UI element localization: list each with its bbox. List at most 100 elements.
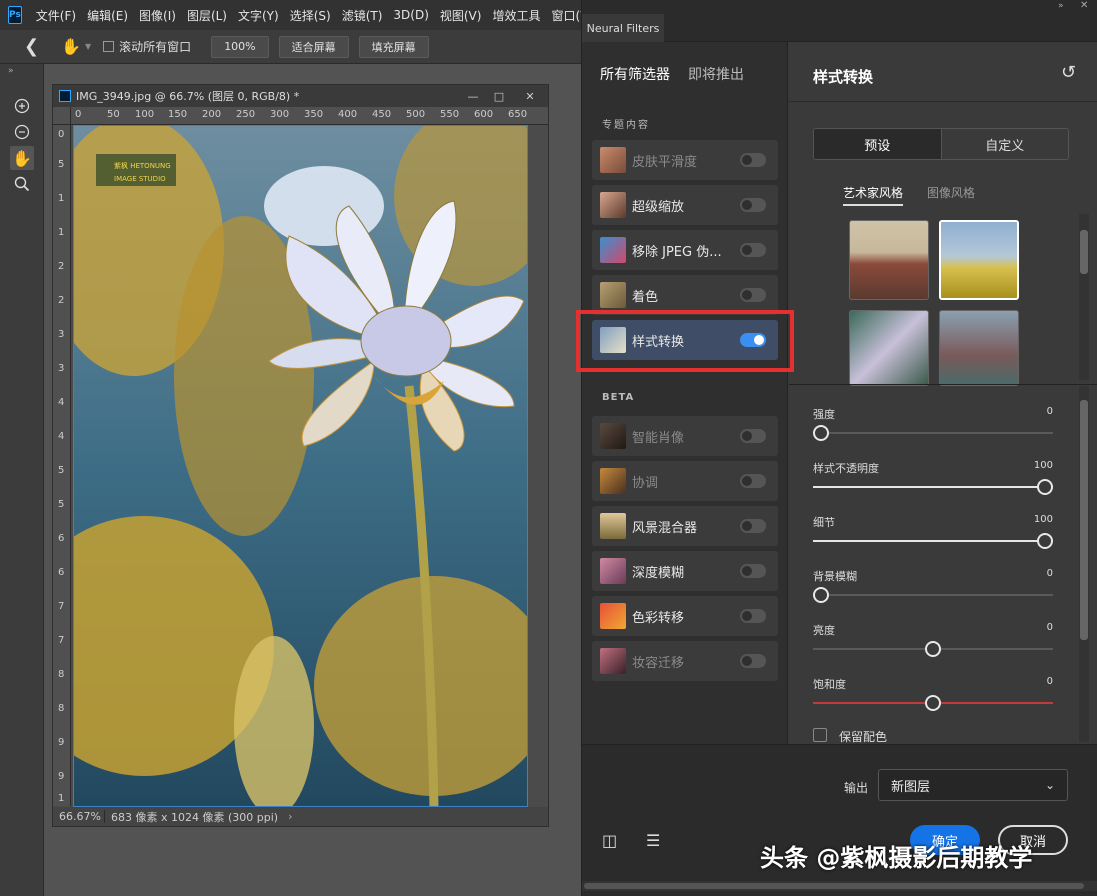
filter-colorize[interactable]: 着色 [592,275,778,315]
panel-collapse-icon[interactable]: » [8,66,14,76]
tab-coming-soon[interactable]: 即将推出 [688,64,744,84]
filter-label: 妆容迁移 [632,655,685,671]
filter-label: 色彩转移 [632,610,685,626]
slider-brightness[interactable]: 亮度 0 [813,622,1053,672]
minimize-icon[interactable]: — [460,90,486,103]
filter-toggle[interactable] [740,429,766,443]
filter-toggle[interactable] [740,198,766,212]
zoom-100-button[interactable]: 100% [211,35,269,58]
tool-preset-chevron-icon[interactable]: ▼ [85,42,91,51]
subtab-artist-style[interactable]: 艺术家风格 [843,184,904,206]
thumb-scrollbar[interactable] [1079,214,1089,380]
zoom-out-icon[interactable] [10,120,34,144]
menu-image[interactable]: 图像(I) [139,7,176,24]
slider-background-blur[interactable]: 背景模糊 0 [813,568,1053,618]
slider-track[interactable] [813,594,1053,596]
style-thumb-mountain[interactable] [849,220,929,300]
ruler-tick-label: 8 [58,669,65,680]
slider-track[interactable] [813,432,1053,434]
slider-knob[interactable] [813,587,829,603]
status-chevron-icon[interactable]: › [288,810,292,823]
panel-title-bar[interactable]: » ✕ [582,0,1097,14]
output-select[interactable]: 新图层 ⌄ [878,769,1068,801]
filter-smart-portrait[interactable]: 智能肖像 [592,416,778,456]
filter-landscape-mixer[interactable]: 风景混合器 [592,506,778,546]
menu-select[interactable]: 选择(S) [290,7,331,24]
panel-collapse-icon[interactable]: » [1058,1,1064,11]
menu-layer[interactable]: 图层(L) [187,7,227,24]
filter-jpeg-artifact-removal[interactable]: 移除 JPEG 伪... [592,230,778,270]
filter-color-transfer[interactable]: 色彩转移 [592,596,778,636]
zoom-tool-icon[interactable] [10,172,34,196]
slider-saturation[interactable]: 饱和度 0 [813,676,1053,726]
filter-makeup-transfer[interactable]: 妆容迁移 [592,641,778,681]
menu-file[interactable]: 文件(F) [36,7,76,24]
filter-super-zoom[interactable]: 超级缩放 [592,185,778,225]
preserve-color-checkbox[interactable] [813,728,827,742]
fill-screen-button[interactable]: 填充屏幕 [358,35,429,58]
filter-toggle[interactable] [740,288,766,302]
menu-type[interactable]: 文字(Y) [238,7,279,24]
before-after-icon[interactable]: ◫ [602,831,617,850]
zoom-status[interactable]: 66.67% [53,810,105,823]
fit-screen-button[interactable]: 适合屏幕 [278,35,349,58]
document-canvas[interactable]: 紫枫 HETONUNG IMAGE STUDIO [73,125,528,807]
slider-knob[interactable] [925,641,941,657]
vertical-scrollbar[interactable] [530,125,546,807]
filter-toggle[interactable] [740,474,766,488]
style-thumb-waterlilies[interactable] [849,310,929,386]
hand-tool-icon[interactable]: ✋ [10,146,34,170]
maximize-icon[interactable]: □ [486,90,512,103]
slider-knob[interactable] [813,425,829,441]
reset-icon[interactable]: ↺ [1061,62,1076,83]
slider-knob[interactable] [925,695,941,711]
panel-bottom-scrollbar[interactable] [582,881,1097,891]
settings-title: 样式转换 [813,68,874,86]
slider-strength[interactable]: 强度 0 [813,406,1053,456]
filter-toggle[interactable] [740,564,766,578]
menu-edit[interactable]: 编辑(E) [87,7,128,24]
panel-close-icon[interactable]: ✕ [1080,0,1088,11]
back-chevron-icon[interactable]: ❮ [24,36,39,57]
layers-icon[interactable]: ☰ [646,831,660,850]
style-thumb-wheatfield[interactable] [939,220,1019,300]
segment-custom[interactable]: 自定义 [940,129,1069,159]
filter-toggle[interactable] [740,153,766,167]
zoom-in-icon[interactable] [10,94,34,118]
tab-all-filters[interactable]: 所有筛选器 [600,64,670,84]
menu-3d[interactable]: 3D(D) [393,8,428,22]
menu-filter[interactable]: 滤镜(T) [342,7,383,24]
settings-scrollbar[interactable] [1079,386,1089,742]
hand-tool-icon[interactable]: ✋ [61,37,81,56]
panel-bottom-scrollbar-handle[interactable] [584,883,1084,889]
filter-harmonization[interactable]: 协调 [592,461,778,501]
filter-toggle[interactable] [740,243,766,257]
ruler-tick-label: 5 [58,465,65,476]
close-icon[interactable]: ✕ [512,90,548,103]
slider-knob[interactable] [1037,479,1053,495]
slider-track[interactable] [813,486,1053,488]
menu-plugins[interactable]: 增效工具 [492,7,540,24]
panel-tab-neural-filters[interactable]: Neural Filters [582,14,664,42]
segment-preset[interactable]: 预设 [814,129,941,159]
scroll-all-checkbox[interactable] [103,41,115,52]
menu-view[interactable]: 视图(V) [440,7,482,24]
filter-depth-blur[interactable]: 深度模糊 [592,551,778,591]
slider-knob[interactable] [1037,533,1053,549]
settings-scrollbar-handle[interactable] [1080,400,1088,640]
filter-label: 着色 [632,289,659,305]
section-beta-label: BETA [602,392,635,403]
thumb-scrollbar-handle[interactable] [1080,230,1088,274]
subtab-image-style[interactable]: 图像风格 [927,184,975,201]
slider-style-opacity[interactable]: 样式不透明度 100 [813,460,1053,510]
filter-toggle[interactable] [740,519,766,533]
filter-toggle[interactable] [740,609,766,623]
slider-track[interactable] [813,540,1053,542]
filter-toggle[interactable] [740,654,766,668]
slider-value: 0 [1046,622,1053,633]
document-title-bar[interactable]: IMG_3949.jpg @ 66.7% (图层 0, RGB/8) * — □… [53,85,548,107]
filter-skin-smoothing[interactable]: 皮肤平滑度 [592,140,778,180]
slider-detail[interactable]: 细节 100 [813,514,1053,564]
slider-label: 细节 [813,516,835,529]
style-thumb-landscape[interactable] [939,310,1019,386]
